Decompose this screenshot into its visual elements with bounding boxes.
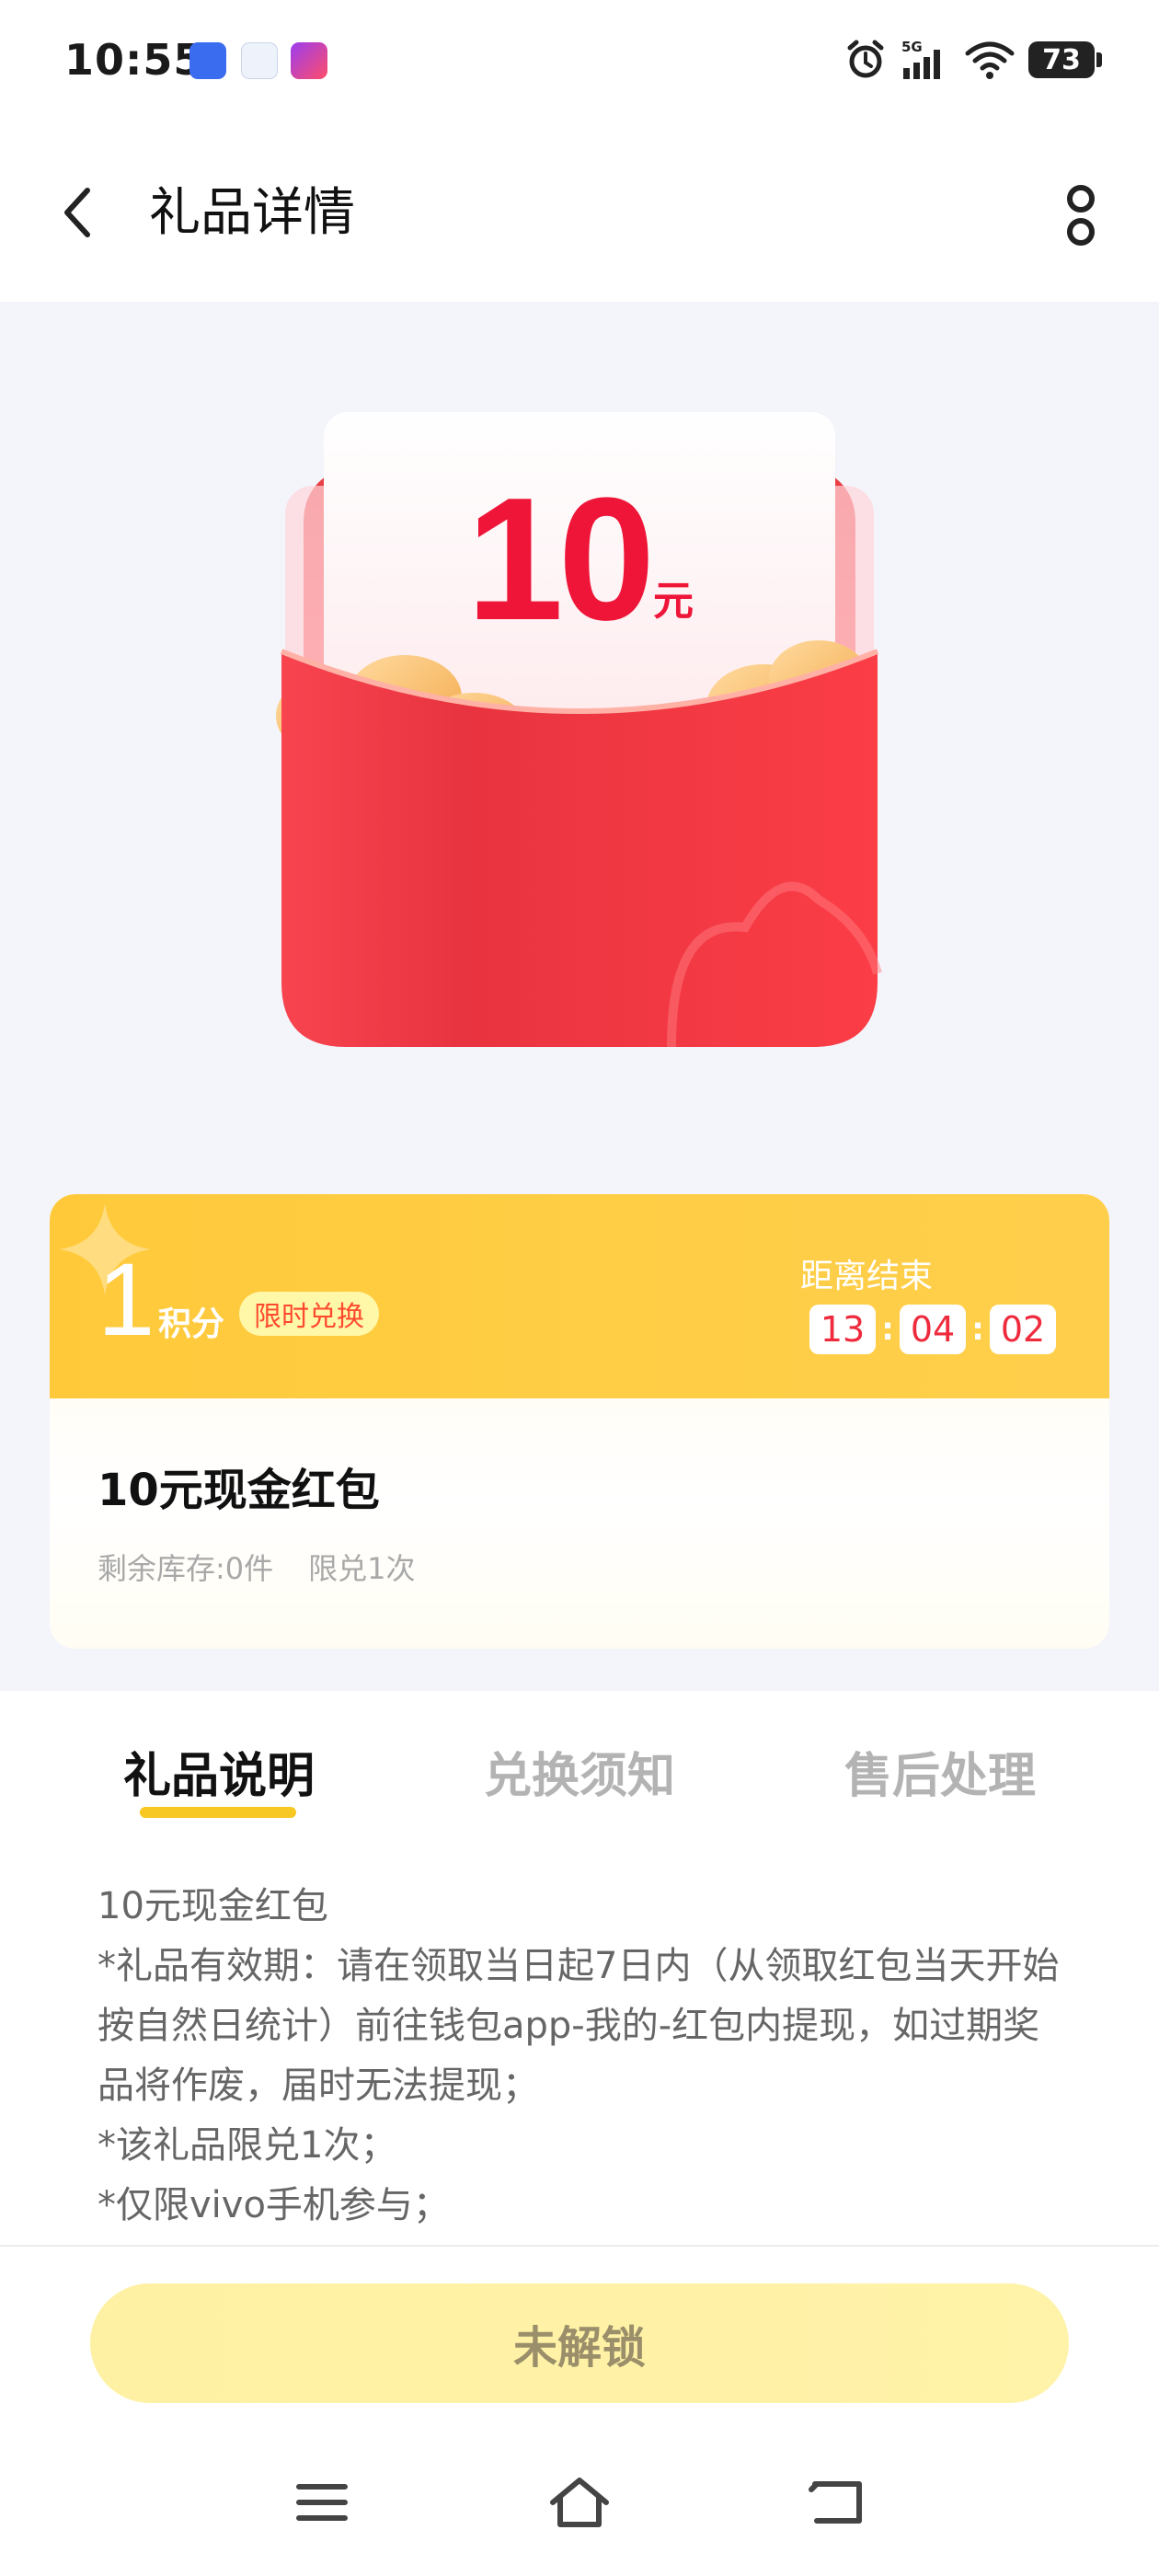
nav-home-button[interactable] xyxy=(538,2466,621,2539)
stock-text: 剩余库存:0件 xyxy=(98,1551,274,1586)
tab-gift-description[interactable]: 礼品说明 xyxy=(123,1737,315,1806)
battery-indicator: 73 xyxy=(1028,41,1102,78)
wifi-icon xyxy=(965,41,1015,79)
status-indicators: 5G 73 xyxy=(844,37,1102,83)
chevron-left-icon xyxy=(64,188,90,237)
gift-info: 10元现金红包 剩余库存:0件 限兑1次 xyxy=(50,1398,1109,1649)
bank-app-icon xyxy=(291,42,327,79)
gift-meta: 剩余库存:0件 限兑1次 xyxy=(98,1546,416,1588)
nav-menu-button[interactable] xyxy=(281,2466,363,2539)
message-app-icon xyxy=(241,42,278,79)
active-tab-indicator xyxy=(140,1807,296,1818)
points-unit: 积分 xyxy=(158,1305,225,1343)
limit-text: 限兑1次 xyxy=(308,1551,416,1586)
points-card: 1 积分 限时兑换 距离结束 13 : 04 : 02 10元现金红包 剩余库存… xyxy=(50,1194,1109,1649)
amount-unit: 元 xyxy=(653,578,694,625)
tab-after-sales[interactable]: 售后处理 xyxy=(844,1737,1036,1806)
alarm-icon xyxy=(847,40,884,78)
hero-banner: 10 元 1 积分 限时兑换 距离结束 13 : 04 : 02 10元现金红包… xyxy=(0,302,1159,1691)
countdown-separator: : xyxy=(971,1311,984,1348)
countdown-hours: 13 xyxy=(809,1305,876,1354)
header: 礼品详情 xyxy=(0,125,1159,302)
limited-time-badge: 限时兑换 xyxy=(239,1292,379,1336)
menu-icon xyxy=(296,2484,348,2521)
unlock-button[interactable]: 未解锁 xyxy=(90,2283,1069,2403)
red-envelope-image: 10 元 xyxy=(267,385,892,1056)
page-title: 礼品详情 xyxy=(149,183,355,243)
gift-description: 10元现金红包 *礼品有效期：请在领取当日起7日内（从领取红包当天开始按自然日统… xyxy=(98,1877,1073,2236)
more-vertical-icon xyxy=(1067,185,1095,246)
points-value: 1 xyxy=(98,1242,155,1357)
tab-bar: 礼品说明 兑换须知 售后处理 xyxy=(0,1691,1159,1838)
back-button[interactable] xyxy=(46,180,110,245)
description-line: *仅限vivo手机参与； xyxy=(98,2184,450,2226)
countdown-timer: 13 : 04 : 02 xyxy=(809,1305,1056,1354)
status-time: 10:55 xyxy=(64,35,204,85)
red-envelope-icon: 10 元 xyxy=(276,412,882,1048)
countdown-separator: : xyxy=(881,1311,894,1348)
description-line: *礼品有效期：请在领取当日起7日内（从领取红包当天开始按自然日统计）前往钱包ap… xyxy=(98,1945,1060,2107)
home-icon xyxy=(550,2478,609,2527)
more-options-button[interactable] xyxy=(1049,178,1113,252)
cellular-signal-icon: 5G xyxy=(901,39,940,79)
description-line: *该礼品限兑1次； xyxy=(98,2124,397,2167)
gift-name: 10元现金红包 xyxy=(98,1465,380,1516)
nav-back-button[interactable] xyxy=(796,2466,878,2539)
vivo-app-icon xyxy=(189,42,226,79)
back-arrow-icon xyxy=(809,2481,862,2524)
system-nav-bar xyxy=(0,2429,1159,2576)
battery-level: 73 xyxy=(1042,43,1081,76)
network-type-label: 5G xyxy=(901,39,923,55)
points-card-header: 1 积分 限时兑换 距离结束 13 : 04 : 02 xyxy=(50,1194,1109,1398)
description-line: 10元现金红包 xyxy=(98,1885,328,1927)
countdown-minutes: 04 xyxy=(900,1305,966,1354)
divider xyxy=(0,2245,1159,2247)
countdown-label: 距离结束 xyxy=(800,1258,934,1295)
countdown-seconds: 02 xyxy=(990,1305,1056,1354)
tab-exchange-notice[interactable]: 兑换须知 xyxy=(484,1737,675,1806)
amount-value: 10 xyxy=(466,462,649,657)
status-bar: 10:55 5G 73 xyxy=(0,0,1159,125)
